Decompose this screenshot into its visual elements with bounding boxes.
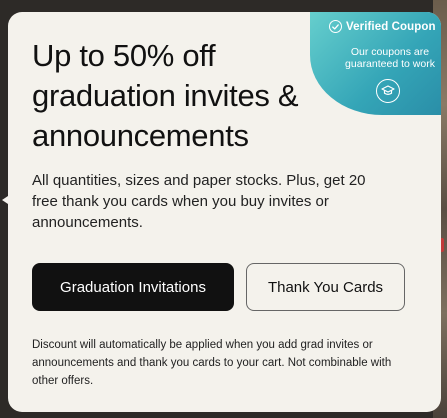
- check-circle-icon: [329, 20, 342, 33]
- promo-headline: Up to 50% off graduation invites & annou…: [32, 38, 299, 153]
- promo-description: All quantities, sizes and paper stocks. …: [32, 172, 366, 231]
- coupon-header: Verified Coupon: [329, 20, 436, 33]
- promo-card: Verified Coupon Our coupons are guarante…: [8, 12, 441, 412]
- graduation-cap-icon: [376, 79, 400, 103]
- graduation-invitations-button[interactable]: Graduation Invitations: [32, 263, 234, 311]
- thank-you-cards-button[interactable]: Thank You Cards: [246, 263, 405, 311]
- coupon-title: Verified Coupon: [346, 20, 436, 33]
- promo-disclaimer: Discount will automatically be applied w…: [32, 339, 392, 387]
